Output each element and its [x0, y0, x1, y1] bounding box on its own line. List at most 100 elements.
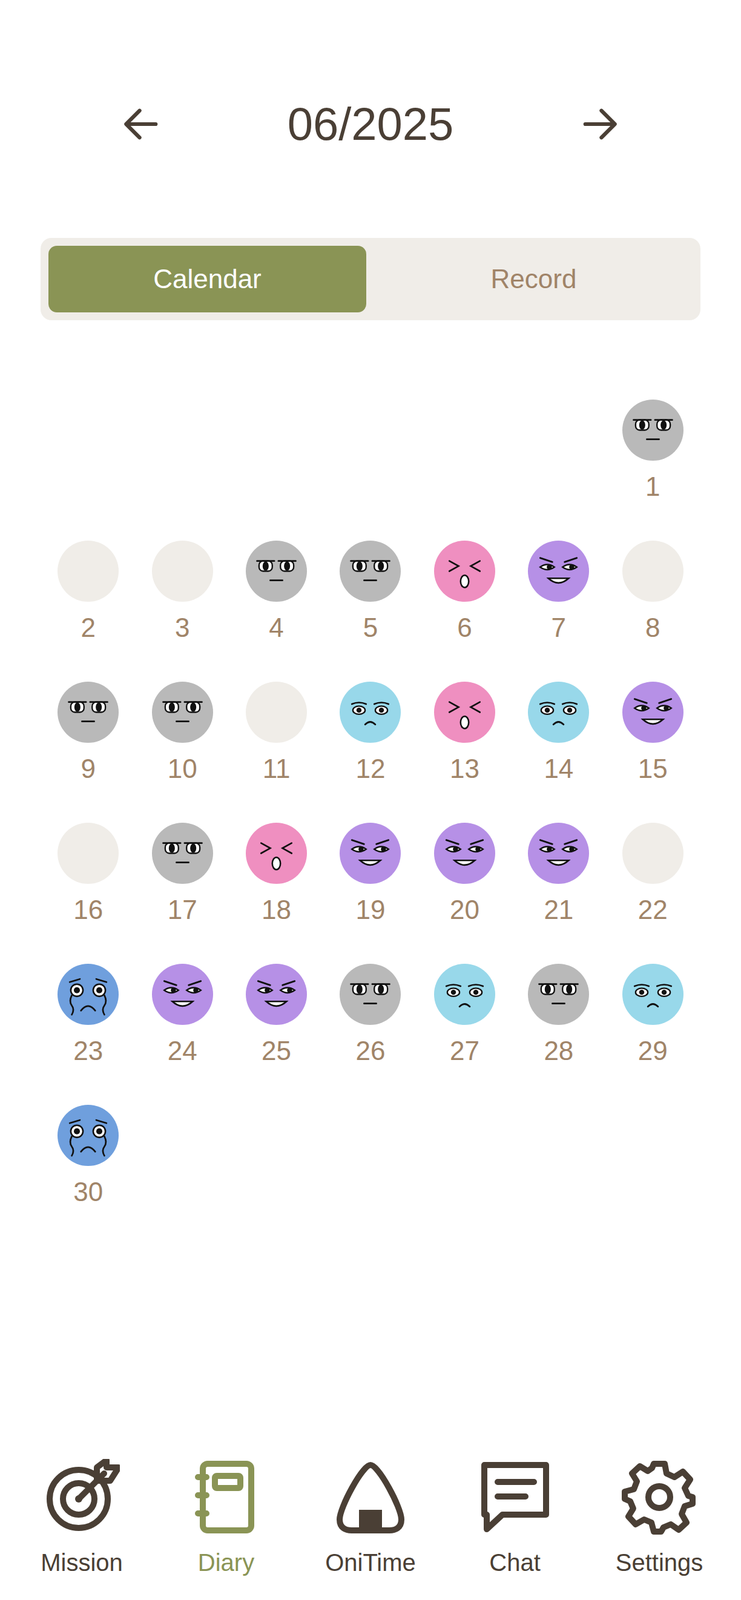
day-number: 15 — [638, 753, 668, 785]
mood-face-icon — [622, 399, 684, 461]
day-number: 12 — [355, 753, 386, 785]
mood-face-icon — [527, 681, 590, 743]
mood-circle — [527, 822, 590, 884]
day-number: 6 — [457, 612, 472, 644]
mood-face-icon — [622, 681, 684, 743]
blank-cell — [135, 399, 229, 503]
blank-cell — [511, 399, 606, 503]
mood-circle — [527, 963, 590, 1025]
mood-circle — [151, 681, 214, 743]
day-cell[interactable]: 17 — [135, 822, 229, 926]
day-number: 24 — [167, 1035, 198, 1067]
calendar-grid: 1234567891011121314151617181920212223242… — [41, 399, 700, 1208]
mood-face-icon — [245, 822, 307, 884]
blank-cell — [417, 399, 512, 503]
next-month-button[interactable] — [571, 96, 626, 152]
day-cell[interactable]: 3 — [135, 540, 229, 644]
day-number: 19 — [355, 894, 386, 926]
day-cell[interactable]: 24 — [135, 963, 229, 1067]
day-cell[interactable]: 23 — [41, 963, 136, 1067]
nav-item[interactable]: Chat — [451, 1458, 579, 1578]
view-switch: Calendar Record — [40, 237, 701, 321]
day-cell[interactable]: 4 — [229, 540, 324, 644]
previous-month-button[interactable] — [115, 96, 170, 152]
day-cell[interactable]: 14 — [511, 681, 606, 785]
mood-circle — [245, 822, 307, 884]
month-title: 06/2025 — [287, 96, 455, 152]
mood-circle — [57, 822, 119, 884]
day-cell[interactable]: 26 — [323, 963, 418, 1067]
nav-item[interactable]: Diary — [162, 1458, 290, 1578]
nav-item[interactable]: OniTime — [306, 1458, 435, 1578]
mood-face-icon — [622, 540, 684, 602]
mood-face-icon — [339, 540, 401, 602]
mood-face-icon — [57, 963, 119, 1025]
mood-circle — [434, 540, 496, 602]
mood-circle — [622, 822, 684, 884]
day-number: 10 — [167, 753, 198, 785]
day-cell[interactable]: 20 — [417, 822, 512, 926]
mood-circle — [151, 822, 214, 884]
mood-face-icon — [151, 822, 214, 884]
mood-face-icon — [339, 822, 401, 884]
day-cell[interactable]: 29 — [605, 963, 700, 1067]
nav-item[interactable]: Mission — [18, 1458, 146, 1578]
day-cell[interactable]: 1 — [605, 399, 700, 503]
mood-circle — [622, 399, 684, 461]
day-cell[interactable]: 6 — [417, 540, 512, 644]
day-cell[interactable]: 7 — [511, 540, 606, 644]
blank-cell — [323, 399, 418, 503]
day-cell[interactable]: 11 — [229, 681, 324, 785]
mood-circle — [339, 540, 401, 602]
onigiri-icon — [332, 1458, 409, 1536]
mood-face-icon — [622, 822, 684, 884]
day-cell[interactable]: 8 — [605, 540, 700, 644]
day-cell[interactable]: 30 — [41, 1104, 136, 1208]
day-cell[interactable]: 21 — [511, 822, 606, 926]
mood-circle — [57, 540, 119, 602]
mood-face-icon — [434, 540, 496, 602]
day-cell[interactable]: 19 — [323, 822, 418, 926]
nav-label: Settings — [615, 1547, 704, 1578]
mood-face-icon — [151, 681, 214, 743]
day-number: 11 — [262, 753, 291, 785]
day-cell[interactable]: 5 — [323, 540, 418, 644]
mood-face-icon — [57, 540, 119, 602]
day-cell[interactable]: 27 — [417, 963, 512, 1067]
target-icon — [43, 1458, 120, 1536]
mood-face-icon — [434, 963, 496, 1025]
day-number: 16 — [73, 894, 103, 926]
day-number: 22 — [638, 894, 668, 926]
mood-face-icon — [339, 681, 401, 743]
view-tab[interactable]: Record — [374, 245, 693, 313]
day-cell[interactable]: 9 — [41, 681, 136, 785]
mood-circle — [527, 540, 590, 602]
day-number: 4 — [268, 612, 284, 644]
mood-circle — [622, 963, 684, 1025]
view-tab[interactable]: Calendar — [48, 245, 367, 313]
day-number: 9 — [80, 753, 96, 785]
view-tab-label: Record — [490, 259, 577, 300]
day-cell[interactable]: 13 — [417, 681, 512, 785]
day-cell[interactable]: 25 — [229, 963, 324, 1067]
nav-item[interactable]: Settings — [595, 1458, 723, 1578]
day-cell[interactable]: 22 — [605, 822, 700, 926]
mood-circle — [339, 822, 401, 884]
mood-face-icon — [57, 822, 119, 884]
day-number: 26 — [355, 1035, 386, 1067]
day-cell[interactable]: 16 — [41, 822, 136, 926]
day-cell[interactable]: 10 — [135, 681, 229, 785]
day-cell[interactable]: 18 — [229, 822, 324, 926]
mood-circle — [339, 681, 401, 743]
day-cell[interactable]: 15 — [605, 681, 700, 785]
day-cell[interactable]: 28 — [511, 963, 606, 1067]
day-number: 30 — [73, 1176, 103, 1208]
mood-circle — [151, 963, 214, 1025]
day-number: 17 — [167, 894, 198, 926]
nav-label: Chat — [489, 1547, 541, 1578]
day-number: 7 — [551, 612, 567, 644]
day-number: 27 — [449, 1035, 480, 1067]
day-cell[interactable]: 12 — [323, 681, 418, 785]
day-cell[interactable]: 2 — [41, 540, 136, 644]
day-number: 28 — [543, 1035, 574, 1067]
